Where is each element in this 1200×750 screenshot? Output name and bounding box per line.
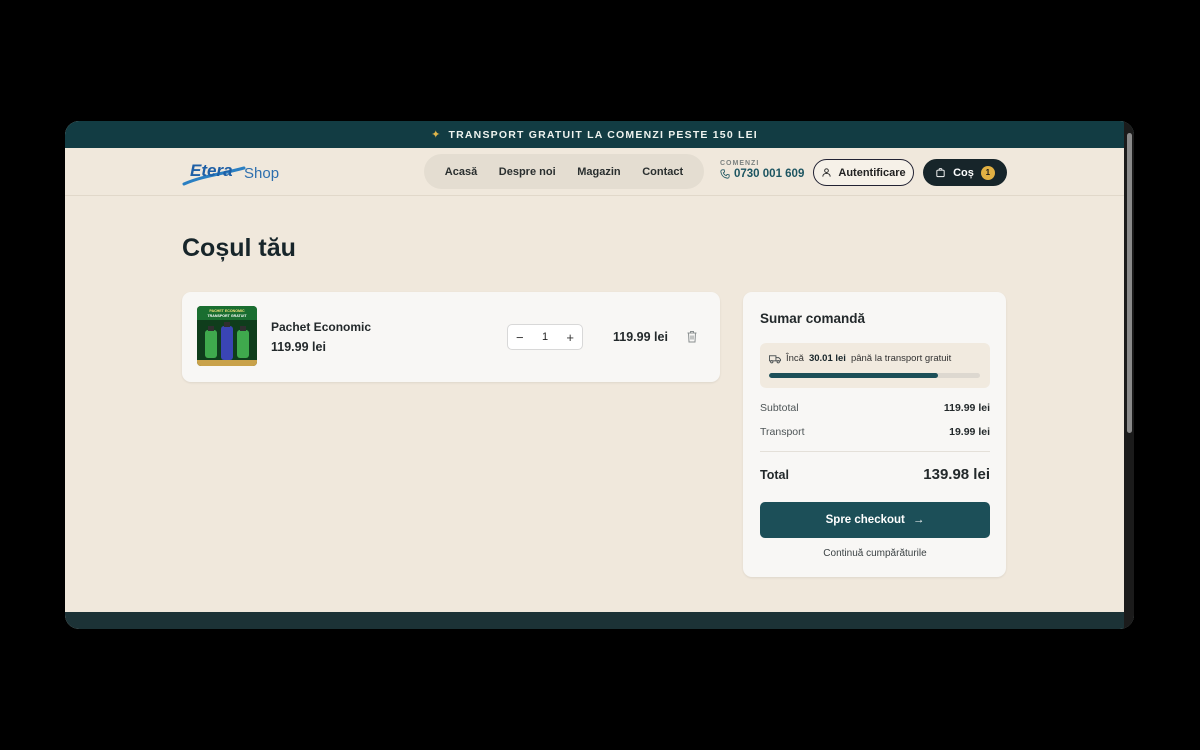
product-image[interactable]: PACHET ECONOMIC TRANSPORT GRATUIT xyxy=(197,306,257,366)
cart-count-badge: 1 xyxy=(980,165,995,180)
footer xyxy=(65,612,1134,629)
total-value: 139.98 lei xyxy=(923,466,990,483)
phone-label: COMENZI xyxy=(720,160,760,167)
shipping-progress-fill xyxy=(769,373,938,378)
subtotal-label: Subtotal xyxy=(760,402,799,414)
svg-text:Shop: Shop xyxy=(244,165,279,182)
continue-shopping-link[interactable]: Continuă cumpărăturile xyxy=(760,548,990,559)
page-title: Coșul tău xyxy=(182,234,296,262)
total-label: Total xyxy=(760,468,789,482)
nav-item-despre-noi[interactable]: Despre noi xyxy=(499,166,556,178)
login-label: Autentificare xyxy=(838,166,906,179)
total-row: Total 139.98 lei xyxy=(760,466,990,483)
subtotal-value: 119.99 lei xyxy=(943,402,990,414)
quantity-stepper: − 1 + xyxy=(507,324,583,350)
transport-label: Transport xyxy=(760,426,805,438)
scrollbar[interactable] xyxy=(1124,121,1134,629)
nav-item-contact[interactable]: Contact xyxy=(642,166,683,178)
summary-title: Sumar comandă xyxy=(760,311,866,326)
site-header: Etera Shop Acasă Despre noi Magazin Cont… xyxy=(65,148,1134,196)
cart-button[interactable]: Coș 1 xyxy=(923,159,1007,186)
summary-divider xyxy=(760,451,990,452)
decrease-quantity-button[interactable]: − xyxy=(516,330,524,345)
line-total: 119.99 lei xyxy=(613,330,668,344)
nav-item-acasa[interactable]: Acasă xyxy=(445,166,477,178)
main-nav: Acasă Despre noi Magazin Contact xyxy=(424,154,704,189)
svg-text:PACHET ECONOMIC: PACHET ECONOMIC xyxy=(209,309,245,313)
free-shipping-notice: Încă 30.01 lei până la transport gratuit xyxy=(760,343,990,388)
svg-text:Etera: Etera xyxy=(190,161,233,180)
user-icon xyxy=(822,168,831,177)
scrollbar-thumb[interactable] xyxy=(1127,133,1132,433)
sparkle-icon: ✦ xyxy=(431,129,442,141)
phone-icon xyxy=(720,169,730,179)
shipping-suffix: până la transport gratuit xyxy=(850,353,952,364)
increase-quantity-button[interactable]: + xyxy=(566,330,574,345)
quantity-value: 1 xyxy=(541,331,549,343)
promo-banner: ✦ TRANSPORT GRATUIT LA COMENZI PESTE 150… xyxy=(65,121,1134,148)
trash-icon xyxy=(687,331,697,343)
checkout-button[interactable]: Spre checkout → xyxy=(760,502,990,538)
shopping-bag-icon xyxy=(936,168,945,178)
product-price: 119.99 lei xyxy=(271,340,326,354)
arrow-right-icon: → xyxy=(912,514,925,526)
remove-item-button[interactable] xyxy=(686,330,698,348)
promo-text: TRANSPORT GRATUIT LA COMENZI PESTE 150 L… xyxy=(448,128,758,141)
svg-text:TRANSPORT GRATUIT: TRANSPORT GRATUIT xyxy=(207,314,247,318)
product-thumbnail: PACHET ECONOMIC TRANSPORT GRATUIT xyxy=(197,306,257,366)
transport-value: 19.99 lei xyxy=(949,426,990,438)
checkout-label: Spre checkout xyxy=(825,514,905,526)
truck-icon xyxy=(769,354,781,363)
logo-mark: Etera Shop xyxy=(182,161,279,186)
product-name[interactable]: Pachet Economic xyxy=(271,320,371,334)
phone-number: 0730 001 609 xyxy=(734,168,805,180)
order-summary: Sumar comandă Încă 30.01 lei până la tra… xyxy=(743,292,1006,577)
login-button[interactable]: Autentificare xyxy=(813,159,914,186)
transport-row: Transport 19.99 lei xyxy=(760,426,990,438)
nav-item-magazin[interactable]: Magazin xyxy=(577,166,620,178)
shipping-prefix: Încă xyxy=(786,353,804,364)
shipping-progress-bar xyxy=(769,373,980,378)
cart-label: Coș xyxy=(953,166,974,179)
shipping-remaining-amount: 30.01 lei xyxy=(808,353,846,364)
cart-item: PACHET ECONOMIC TRANSPORT GRATUIT Pachet… xyxy=(182,292,720,382)
logo[interactable]: Etera Shop xyxy=(182,154,282,190)
phone-contact[interactable]: COMENZI 0730 001 609 xyxy=(720,160,804,180)
subtotal-row: Subtotal 119.99 lei xyxy=(760,402,990,414)
browser-window: ✦ TRANSPORT GRATUIT LA COMENZI PESTE 150… xyxy=(65,121,1134,629)
